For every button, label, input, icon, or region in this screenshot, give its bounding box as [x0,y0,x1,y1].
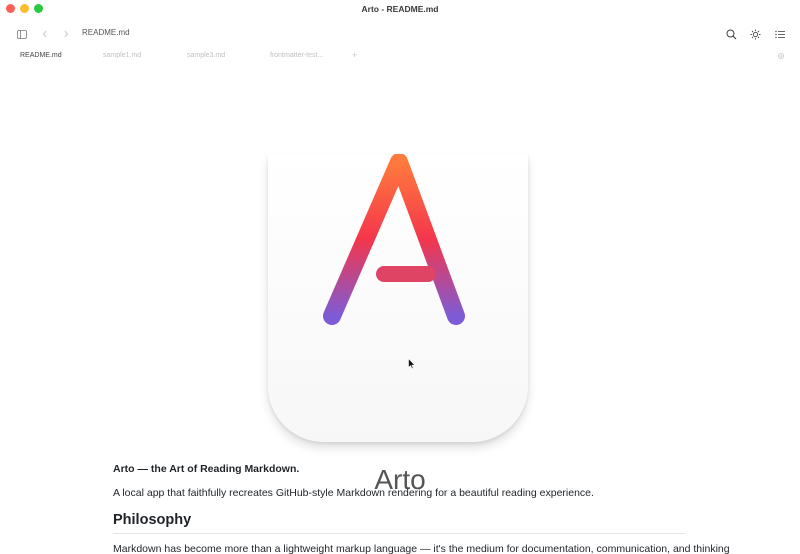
tab-readme[interactable]: README.md [20,52,62,59]
philosophy-paragraph: Markdown has become more than a lightwei… [113,543,730,554]
forward-arrow-icon[interactable] [62,24,70,44]
tab-bar: README.md sample1.md sample3.md frontmat… [0,50,800,64]
toolbar: README.md [0,24,800,44]
tab-frontmatter[interactable]: frontmatter-test... [270,52,323,59]
sun-icon[interactable] [749,24,761,44]
minimize-window-button[interactable] [20,4,29,13]
close-window-button[interactable] [6,4,15,13]
tab-sample1[interactable]: sample1.md [103,52,141,59]
sidebar-toggle-icon[interactable] [16,24,28,44]
description-paragraph: A local app that faithfully recreates Gi… [113,487,594,499]
philosophy-heading: Philosophy [113,512,192,528]
title-bar: Arto - README.md [0,0,800,18]
back-arrow-icon[interactable] [41,24,49,44]
tab-sample3[interactable]: sample3.md [187,52,225,59]
new-tab-button[interactable]: + [352,50,357,60]
search-icon[interactable] [725,24,737,44]
mouse-cursor-icon [408,358,416,370]
gear-icon[interactable] [777,52,785,62]
heading-divider [113,533,685,534]
window-title: Arto - README.md [361,4,439,14]
maximize-window-button[interactable] [34,4,43,13]
app-window: Arto - README.md README.md README.md sam… [0,0,800,554]
letter-a-logo-icon [323,154,465,325]
window-controls [6,4,43,13]
markdown-viewer[interactable]: Arto Arto — the Art of Reading Markdown.… [0,66,800,554]
app-logo [268,154,528,442]
breadcrumb: README.md [82,28,130,37]
list-icon[interactable] [774,24,786,44]
tagline: Arto — the Art of Reading Markdown. [113,463,300,475]
